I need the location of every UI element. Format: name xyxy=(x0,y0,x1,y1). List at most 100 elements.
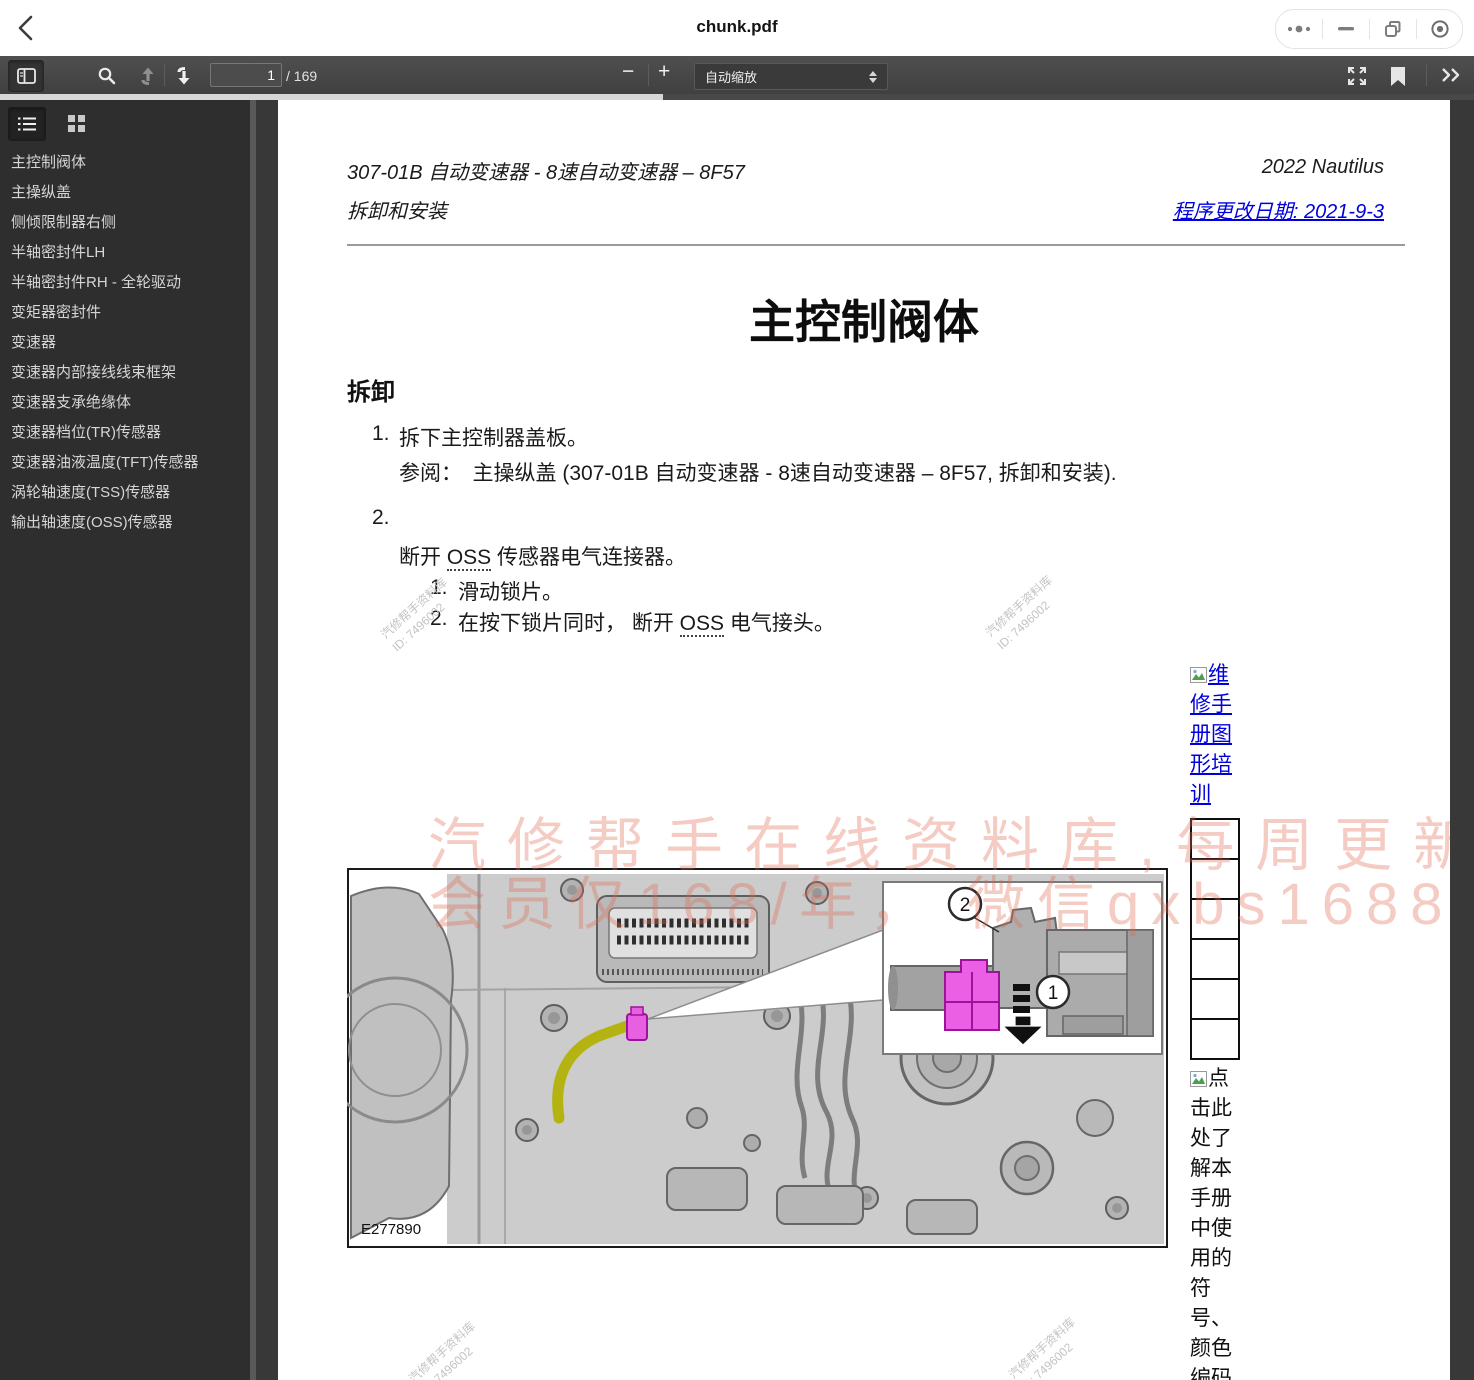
thumbnails-icon xyxy=(68,115,85,132)
symbol-table-cell xyxy=(1190,858,1240,900)
capsule-divider xyxy=(1369,19,1370,39)
zoom-level-select[interactable]: 自动缩放 xyxy=(694,63,888,90)
capsule-divider xyxy=(1322,19,1323,39)
broken-image-icon xyxy=(1190,1066,1207,1082)
window-capsule xyxy=(1275,9,1463,49)
more-options-button[interactable] xyxy=(1277,11,1321,47)
restore-icon xyxy=(1384,20,1402,38)
toolbar-divider xyxy=(1426,64,1427,86)
outline-item[interactable]: 变速器内部接线线束框架 xyxy=(0,358,250,388)
outline-item[interactable]: 变矩器密封件 xyxy=(0,298,250,328)
note-text: 点 击此 处了 解本 手册 中使 用的 符 号、 颜色 编码 xyxy=(1190,1067,1232,1380)
zoom-level-label: 自动缩放 xyxy=(705,67,757,86)
oss-abbreviation: OSS xyxy=(680,612,724,637)
fullscreen-icon xyxy=(1346,65,1368,87)
outline-item[interactable]: 输出轴速度(OSS)传感器 xyxy=(0,508,250,538)
outline-item[interactable]: 变速器 xyxy=(0,328,250,358)
step-reference: 参阅： 主操纵盖 (307-01B 自动变速器 - 8速自动变速器 – 8F57… xyxy=(399,457,1117,487)
search-icon xyxy=(97,66,117,86)
arrow-up-icon xyxy=(138,66,158,86)
step-number: 2. xyxy=(372,506,390,530)
more-dots-icon xyxy=(1286,24,1312,34)
step-text: 断开 OSS 传感器电气连接器。 xyxy=(399,541,686,571)
doc-header-left-line2: 拆卸和安装 xyxy=(347,195,447,224)
sidebar-toggle-button[interactable] xyxy=(8,60,44,92)
step-number: 1. xyxy=(372,422,390,446)
slide-lock-dashes xyxy=(1013,984,1030,1013)
search-button[interactable] xyxy=(95,64,119,88)
close-target-button[interactable] xyxy=(1418,11,1462,47)
figure-inset: 2 1 xyxy=(883,882,1162,1054)
substep-text-segment: 电气接头。 xyxy=(724,612,835,635)
outline-item[interactable]: 变速器支承绝缘体 xyxy=(0,388,250,418)
previous-page-button[interactable] xyxy=(136,63,160,88)
pdf-toolbar: / 169 − + 自动缩放 xyxy=(0,56,1474,95)
watermark-stamp: 汽修帮手资料库 ID: 7496002 xyxy=(982,572,1067,653)
capsule-divider xyxy=(1416,19,1417,39)
watermark-stamp: 汽修帮手资料库 ID: 7496002 xyxy=(405,1318,490,1380)
window-titlebar: chunk.pdf xyxy=(0,0,1474,56)
page-number-input[interactable] xyxy=(210,63,282,87)
zoom-out-button[interactable]: − xyxy=(622,60,634,84)
pdf-page: 307-01B 自动变速器 - 8速自动变速器 – 8F57 拆卸和安装 202… xyxy=(278,100,1450,1380)
valve-body-illustration: 2 1 E277890 xyxy=(347,868,1168,1248)
sidebar-toggle-icon xyxy=(17,68,36,84)
presentation-mode-button[interactable] xyxy=(1344,63,1370,88)
doc-header-left-line1: 307-01B 自动变速器 - 8速自动变速器 – 8F57 xyxy=(347,156,745,185)
substep-number: 1. xyxy=(430,576,448,600)
toolbar-divider xyxy=(648,64,649,86)
outline-item[interactable]: 变速器档位(TR)传感器 xyxy=(0,418,250,448)
procedure-revision-date-link[interactable]: 程序更改日期: 2021-9-3 xyxy=(1173,195,1384,224)
symbol-table xyxy=(1190,818,1240,1060)
outline-item[interactable]: 侧倾限制器右侧 xyxy=(0,208,250,238)
minimize-icon xyxy=(1338,27,1354,31)
symbol-table-cell xyxy=(1190,1018,1240,1060)
broken-image-icon xyxy=(1190,662,1207,678)
arrow-down-icon xyxy=(174,66,194,86)
step-text: 拆下主控制器盖板。 xyxy=(399,422,588,452)
watermark-stamp: 汽修帮手资料库 ID: 7496002 xyxy=(377,574,462,655)
substep-number: 2. xyxy=(430,607,448,631)
step-text-segment: 断开 xyxy=(399,546,447,569)
callout-1: 1 xyxy=(1048,983,1059,1004)
document-title: chunk.pdf xyxy=(0,17,1474,37)
page-count-label: / 169 xyxy=(286,68,317,84)
header-divider xyxy=(347,244,1405,246)
thumbnails-view-button[interactable] xyxy=(58,107,94,139)
substep-text: 滑动锁片。 xyxy=(458,576,563,606)
watermark-stamp: 汽修帮手资料库 ID: 7496002 xyxy=(1005,1314,1090,1380)
link-text: 维 修手 册图 形培 训 xyxy=(1190,663,1232,806)
outline-icon xyxy=(17,116,37,132)
more-tools-button[interactable] xyxy=(1438,64,1464,86)
step-text-segment: 传感器电气连接器。 xyxy=(491,546,686,569)
outline-item[interactable]: 主控制阀体 xyxy=(0,148,250,178)
outline-item[interactable]: 涡轮轴速度(TSS)传感器 xyxy=(0,478,250,508)
outline-item[interactable]: 半轴密封件RH - 全轮驱动 xyxy=(0,268,250,298)
restore-window-button[interactable] xyxy=(1371,11,1415,47)
outline-item[interactable]: 主操纵盖 xyxy=(0,178,250,208)
page-title: 主控制阀体 xyxy=(278,286,1450,352)
outline-view-button[interactable] xyxy=(8,107,46,141)
zoom-in-button[interactable]: + xyxy=(658,60,670,84)
substep-text: 在按下锁片同时， 断开 OSS 电气接头。 xyxy=(458,607,835,637)
symbol-table-cell xyxy=(1190,978,1240,1020)
figure-reference-label: E277890 xyxy=(361,1221,421,1238)
minimize-button[interactable] xyxy=(1324,11,1368,47)
oss-abbreviation: OSS xyxy=(447,546,491,571)
section-heading: 拆卸 xyxy=(347,372,395,407)
technical-figure: 2 1 E277890 xyxy=(347,868,1168,1248)
symbol-table-cell xyxy=(1190,898,1240,940)
doc-header-right-model: 2022 Nautilus xyxy=(1262,156,1384,179)
sidebar: 主控制阀体 主操纵盖 侧倾限制器右侧 半轴密封件LH 半轴密封件RH - 全轮驱… xyxy=(0,100,250,1380)
symbol-table-cell xyxy=(1190,938,1240,980)
next-page-button[interactable] xyxy=(172,63,196,88)
bookmark-button[interactable] xyxy=(1388,64,1408,88)
toolbar-divider xyxy=(164,64,165,86)
bookmark-icon xyxy=(1391,67,1405,86)
symbol-table-cell xyxy=(1190,818,1240,860)
outline-item[interactable]: 半轴密封件LH xyxy=(0,238,250,268)
symbols-legend-note: 点 击此 处了 解本 手册 中使 用的 符 号、 颜色 编码 xyxy=(1190,1064,1250,1380)
manual-graphics-training-link[interactable]: 维 修手 册图 形培 训 xyxy=(1190,660,1250,810)
callout-2: 2 xyxy=(960,895,971,916)
outline-item[interactable]: 变速器油液温度(TFT)传感器 xyxy=(0,448,250,478)
